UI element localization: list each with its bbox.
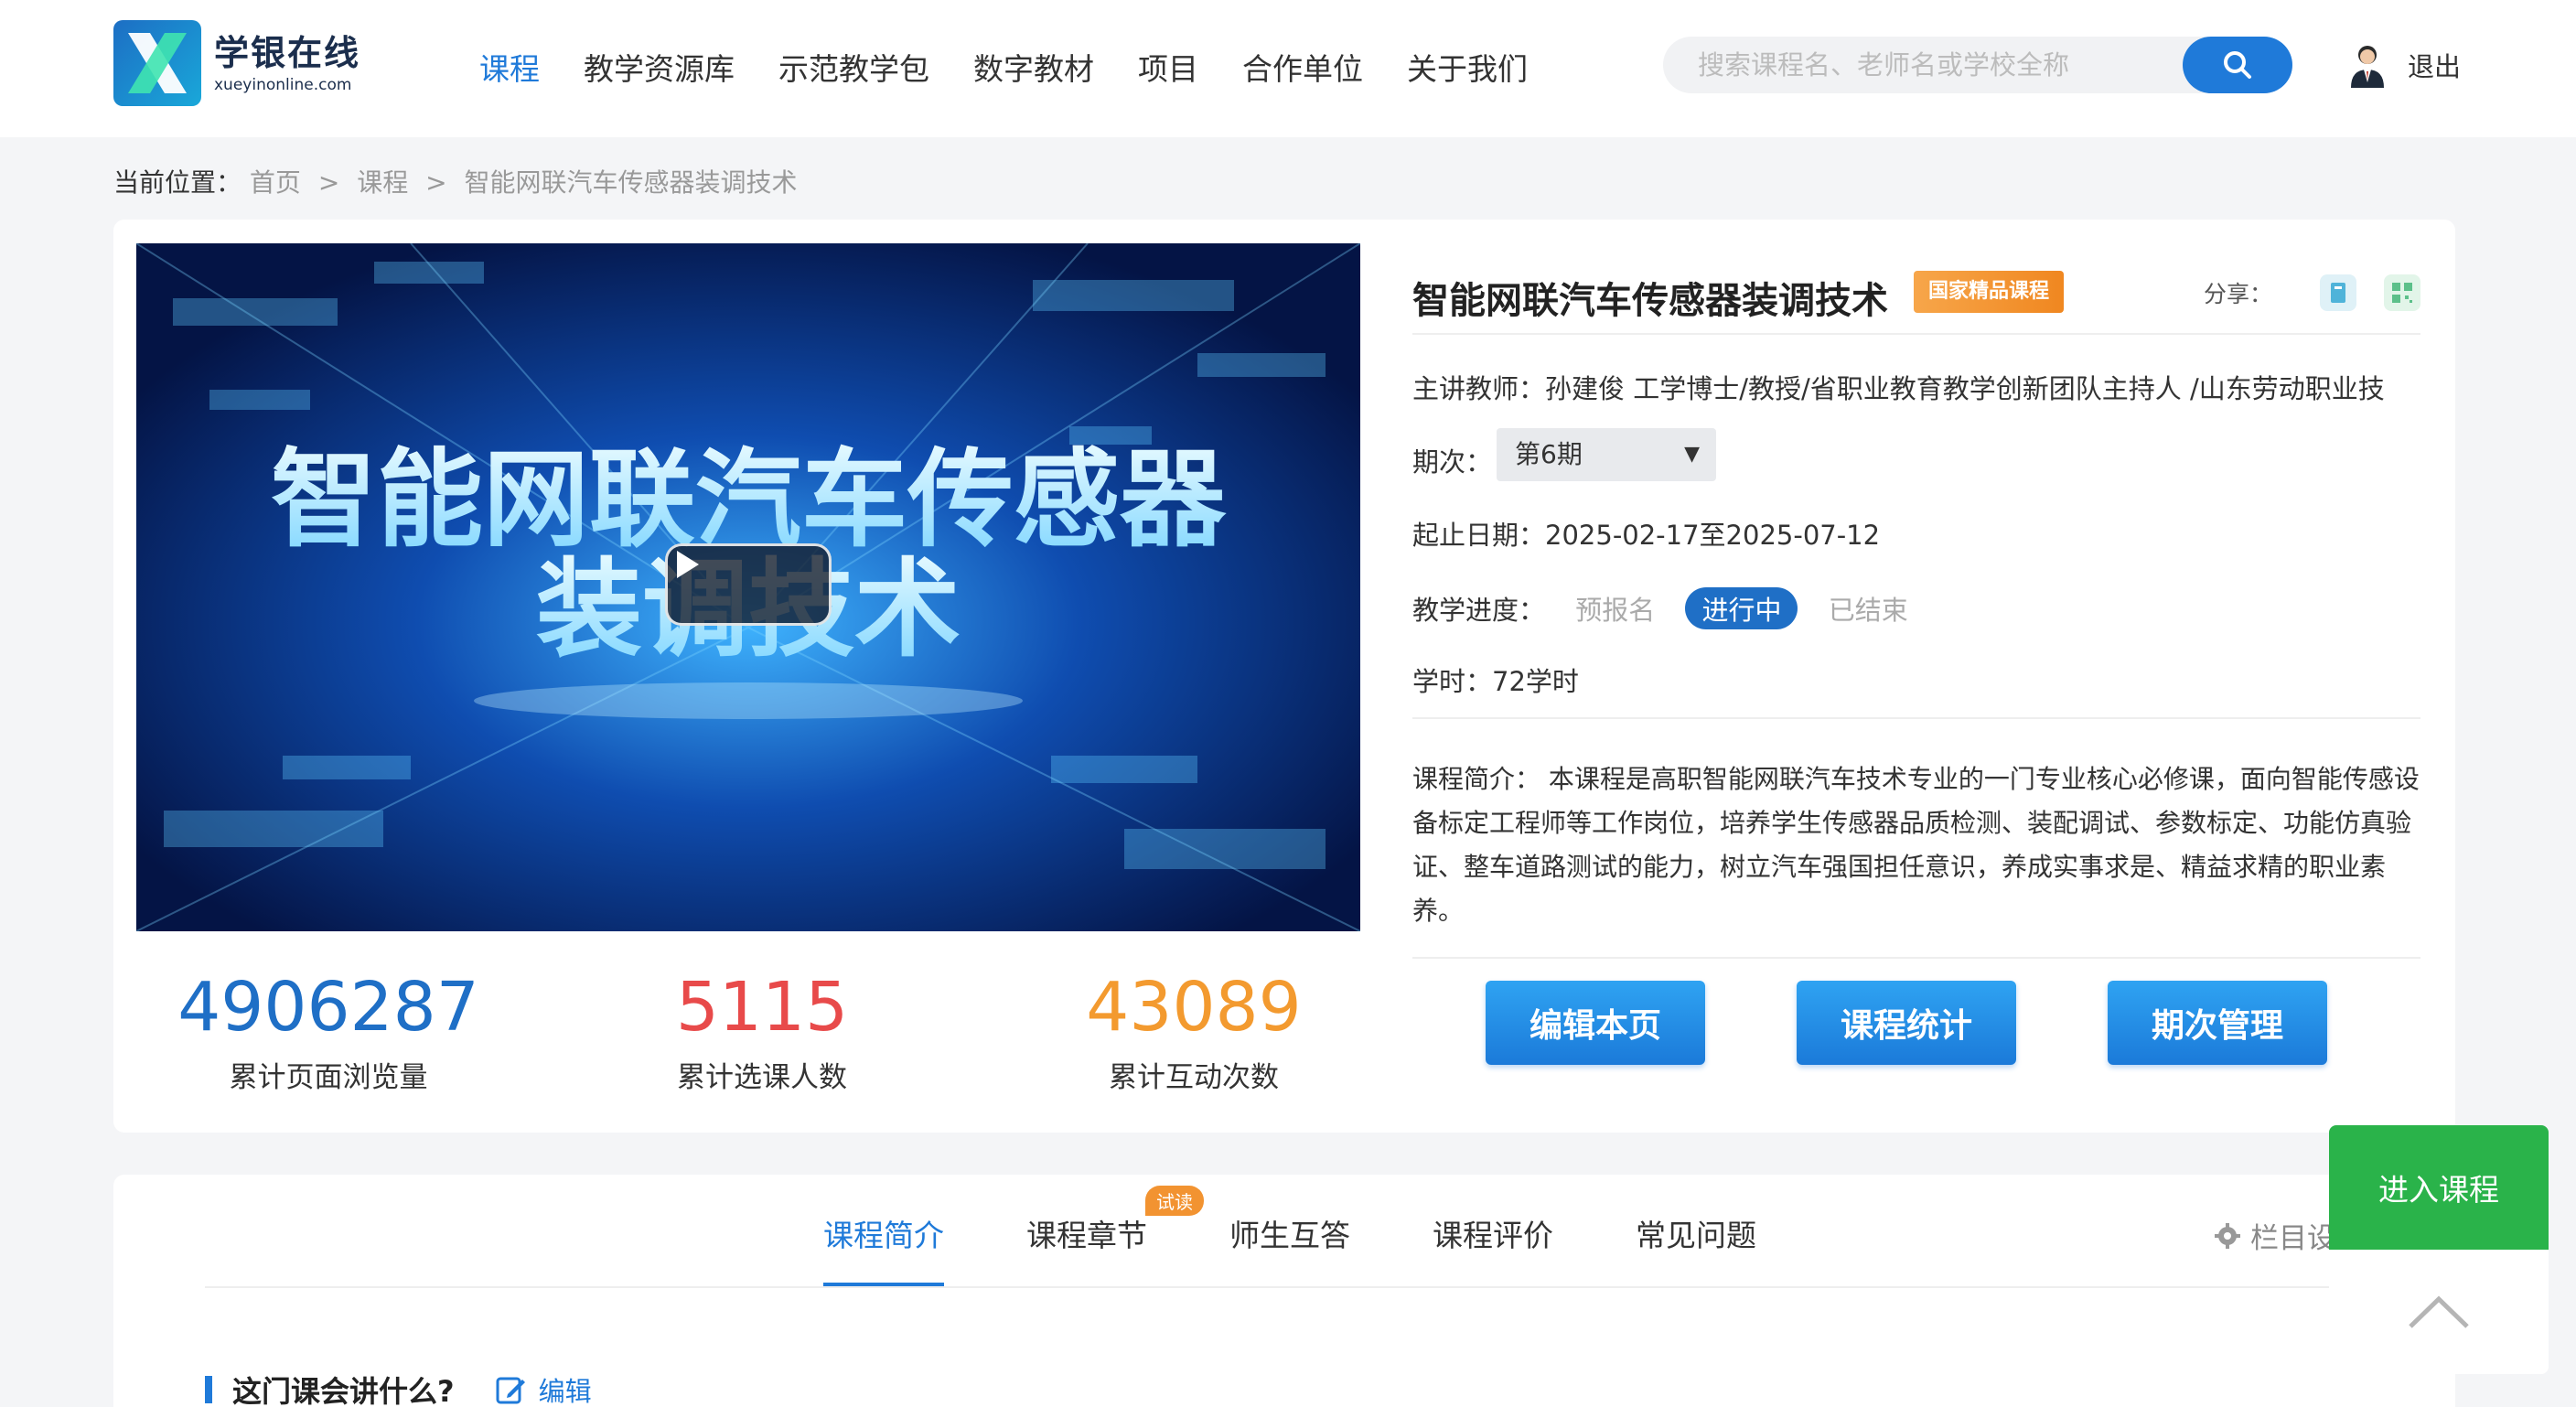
course-info: 智能网联汽车传感器装调技术 国家精品课程 分享： 主讲教师：孙建俊 工学博士/教… [1412,243,2420,959]
breadcrumb-current: 智能网联汽车传感器装调技术 [464,167,798,198]
term-management-button[interactable]: 期次管理 [2108,981,2327,1065]
hours-row: 学时：72学时 [1412,661,1579,699]
logo-title: 学银在线 [214,33,361,73]
nav-projects[interactable]: 项目 [1138,45,1198,89]
user-avatar-icon[interactable] [2347,42,2388,88]
share-area: 分享： [2204,274,2420,311]
trial-badge: 试读 [1145,1186,1204,1216]
stat-interactions: 43089 累计互动次数 [1002,966,1386,1095]
column-settings-label: 栏目设 [2250,1222,2335,1255]
share-qrcode-icon[interactable] [2384,274,2420,311]
tab-course-intro[interactable]: 课程简介 [823,1211,944,1286]
stat-value: 5115 [675,968,849,1047]
edit-page-button[interactable]: 编辑本页 [1486,981,1705,1065]
course-stats-button[interactable]: 课程统计 [1797,981,2016,1065]
info-divider [1412,717,2420,719]
tab-faq[interactable]: 常见问题 [1636,1211,1756,1286]
section-bar-mark [205,1376,212,1403]
logout-link[interactable]: 退出 [2408,46,2461,84]
course-card: 智能网联汽车传感器 装调技术 4906287 累计页面浏览量 5115 累计选课… [113,220,2455,1133]
column-settings-link[interactable]: 栏目设 [2214,1215,2335,1256]
tab-chapters[interactable]: 课程章节 试读 [1026,1186,1204,1286]
stat-label: 累计页面浏览量 [229,1061,428,1094]
stat-label: 累计选课人数 [677,1061,847,1094]
nav-demo-package[interactable]: 示范教学包 [778,45,929,89]
main-nav: 课程 教学资源库 示范教学包 数字教材 项目 合作单位 关于我们 [479,44,1572,90]
nav-courses[interactable]: 课程 [479,45,540,89]
teacher-value: 孙建俊 工学博士/教授/省职业教育教学创新团队主持人 /山东劳动职业技 [1545,373,2385,404]
search-box [1663,37,2292,93]
logo-domain: xueyinonline.com [214,76,352,94]
nav-partners[interactable]: 合作单位 [1242,45,1363,89]
gear-icon [2215,1222,2240,1249]
term-row: 期次： 第6期 ▼ [1412,428,1716,481]
search-button[interactable] [2183,37,2292,93]
breadcrumb-separator: > [425,167,447,198]
national-quality-badge: 国家精品课程 [1914,271,2065,313]
progress-label: 教学进度： [1412,595,1546,626]
stat-value: 4906287 [177,968,479,1047]
play-button[interactable] [665,543,832,626]
date-label: 起止日期： [1412,520,1546,551]
stat-label: 累计互动次数 [1109,1061,1279,1094]
course-tabs: 课程简介 课程章节 试读 师生互答 课程评价 常见问题 [823,1186,1839,1286]
share-label: 分享： [2203,281,2272,307]
user-area: 退出 [2347,42,2461,88]
date-row: 起止日期：2025-02-17至2025-07-12 [1412,514,1880,553]
course-video[interactable]: 智能网联汽车传感器 装调技术 [136,243,1360,931]
edit-icon [496,1377,525,1404]
teacher-row: 主讲教师：孙建俊 工学博士/教授/省职业教育教学创新团队主持人 /山东劳动职业技 [1412,368,2385,406]
progress-preregister: 预报名 [1575,595,1656,626]
term-selected-value: 第6期 [1515,439,1583,469]
logo-mark-icon [113,20,201,106]
caret-down-icon: ▼ [1684,443,1700,466]
nav-digital-textbook[interactable]: 数字教材 [973,45,1094,89]
edit-label: 编辑 [538,1376,592,1407]
tab-qa[interactable]: 师生互答 [1229,1211,1350,1286]
breadcrumb-label: 当前位置： [113,167,242,198]
play-icon [677,551,699,578]
search-icon [2224,51,2251,79]
breadcrumb-courses[interactable]: 课程 [357,167,408,198]
course-intro: 课程简介： 本课程是高职智能网联汽车技术专业的一门专业核心必修课，面向智能传感设… [1412,757,2420,933]
section-header: 这门课会讲什么? 编辑 [205,1369,592,1407]
breadcrumb-separator: > [317,167,340,198]
intro-text: 本课程是高职智能网联汽车技术专业的一门专业核心必修课，面向智能传感设备标定工程师… [1412,764,2420,926]
stat-value: 43089 [1086,968,1302,1047]
nav-about-us[interactable]: 关于我们 [1407,45,1528,89]
back-to-top-button[interactable] [2329,1250,2549,1374]
share-bookmark-icon[interactable] [2320,274,2356,311]
chevron-up-icon [2409,1295,2469,1328]
enter-course-button[interactable]: 进入课程 [2329,1125,2549,1250]
progress-ended: 已结束 [1828,595,1908,626]
breadcrumb-home[interactable]: 首页 [250,167,301,198]
progress-in-progress: 进行中 [1685,587,1798,629]
top-header: 学银在线 xueyinonline.com 课程 教学资源库 示范教学包 数字教… [0,0,2576,137]
breadcrumb: 当前位置： 首页 > 课程 > 智能网联汽车传感器装调技术 [113,163,798,199]
course-detail-card: 课程简介 课程章节 试读 师生互答 课程评价 常见问题 栏目设 这门课会讲什么?… [113,1175,2455,1407]
tab-reviews[interactable]: 课程评价 [1433,1211,1553,1286]
info-divider [1412,957,2420,959]
stat-page-views: 4906287 累计页面浏览量 [136,966,521,1095]
progress-row: 教学进度： 预报名 进行中 已结束 [1412,587,1908,629]
nav-resource-library[interactable]: 教学资源库 [584,45,735,89]
section-edit-link[interactable]: 编辑 [495,1370,592,1407]
term-label: 期次： [1412,446,1493,478]
course-stats: 4906287 累计页面浏览量 5115 累计选课人数 43089 累计互动次数 [136,966,1360,1103]
date-value: 2025-02-17至2025-07-12 [1545,520,1881,551]
hours-value: 72学时 [1492,666,1579,697]
stat-enrollments: 5115 累计选课人数 [570,966,954,1095]
intro-label: 课程简介： [1412,764,1541,794]
teacher-label: 主讲教师： [1412,373,1546,404]
course-title: 智能网联汽车传感器装调技术 [1412,280,1888,322]
tab-chapters-label: 课程章节 [1026,1218,1147,1253]
site-logo[interactable]: 学银在线 xueyinonline.com [113,20,360,106]
search-input[interactable] [1698,37,2174,93]
hours-label: 学时： [1412,666,1493,697]
section-title: 这门课会讲什么? [232,1374,455,1407]
tabs-divider [205,1286,2455,1288]
term-select[interactable]: 第6期 ▼ [1497,428,1716,481]
